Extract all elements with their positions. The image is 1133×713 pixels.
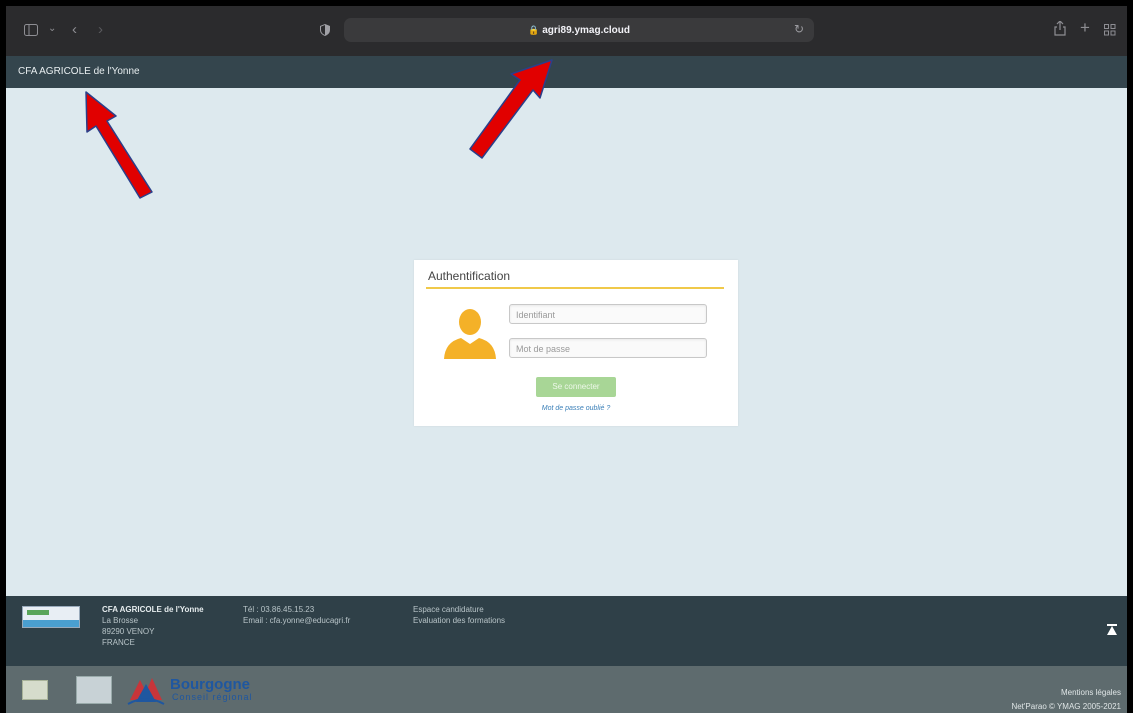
footer-contact: Tél : 03.86.45.15.23 Email : cfa.yonne@e…	[243, 604, 350, 626]
forgot-password-link[interactable]: Mot de passe oublié ?	[414, 404, 738, 414]
site-header: CFA AGRICOLE de l'Yonne	[6, 56, 1127, 88]
tab-overview-icon[interactable]	[1104, 24, 1116, 39]
login-button[interactable]: Se connecter	[536, 377, 616, 397]
site-title[interactable]: CFA AGRICOLE de l'Yonne	[18, 65, 140, 79]
link-candidature[interactable]: Espace candidature	[413, 604, 505, 615]
chevron-down-icon[interactable]: ⌄	[48, 22, 56, 36]
address-bar[interactable]: 🔒 agri89.ymag.cloud ↻	[344, 18, 814, 42]
username-field[interactable]	[509, 304, 707, 324]
cfa-logo-mark	[27, 610, 49, 615]
footer-address-line1: La Brosse	[102, 616, 139, 625]
bourgogne-logo: Bourgogne Conseil régional	[126, 674, 266, 706]
footer-address: CFA AGRICOLE de l'Yonne La Brosse 89290 …	[102, 604, 204, 648]
browser-toolbar: ⌄ ‹ › 🔒 agri89.ymag.cloud ↻ +	[6, 6, 1127, 56]
link-evaluation[interactable]: Evaluation des formations	[413, 615, 505, 626]
password-input[interactable]	[510, 340, 706, 358]
ministry-logo	[76, 676, 112, 704]
footer-address-line3: FRANCE	[102, 638, 135, 647]
share-icon[interactable]	[1054, 20, 1066, 39]
bourgogne-name: Bourgogne	[170, 676, 250, 693]
main-content: Authentification Se connecter Mot de pas…	[6, 88, 1127, 596]
annotation-arrow-left	[85, 91, 153, 199]
login-title: Authentification	[428, 269, 511, 283]
partner-bar: Bourgogne Conseil régional Mentions léga…	[6, 666, 1127, 713]
title-underline	[426, 287, 724, 289]
sidebar-icon[interactable]	[24, 24, 38, 39]
footer-org-name: CFA AGRICOLE de l'Yonne	[102, 605, 204, 614]
url-text: 🔒 agri89.ymag.cloud	[344, 22, 814, 39]
arrow-to-top-icon[interactable]	[1105, 624, 1119, 638]
footer-phone: Tél : 03.86.45.15.23	[243, 605, 315, 614]
reload-icon[interactable]: ↻	[794, 22, 804, 36]
login-card: Authentification Se connecter Mot de pas…	[414, 260, 738, 426]
shield-icon[interactable]	[320, 24, 330, 39]
footer-links: Espace candidature Evaluation des format…	[413, 604, 505, 626]
browser-window: ⌄ ‹ › 🔒 agri89.ymag.cloud ↻ + CFA AGRICOL…	[6, 6, 1127, 713]
cfa-partner-logo	[22, 680, 48, 700]
back-icon[interactable]: ‹	[72, 22, 77, 37]
user-avatar-icon	[444, 309, 496, 359]
new-tab-icon[interactable]: +	[1080, 19, 1090, 36]
password-field[interactable]	[509, 338, 707, 358]
cfa-logo	[22, 606, 80, 628]
lock-icon: 🔒	[527, 25, 540, 35]
cfa-logo-band	[23, 620, 79, 627]
legal-mentions-link[interactable]: Mentions légales	[1011, 686, 1121, 700]
bourgogne-subtitle: Conseil régional	[172, 692, 253, 702]
url-value: agri89.ymag.cloud	[542, 25, 631, 36]
legal-block: Mentions légales Net'Parao © YMAG 2005-2…	[1011, 686, 1121, 713]
annotation-arrow-right	[469, 59, 553, 159]
footer-email[interactable]: Email : cfa.yonne@educagri.fr	[243, 615, 350, 626]
forward-icon[interactable]: ›	[98, 22, 103, 37]
footer-address-line2: 89290 VENOY	[102, 627, 155, 636]
footer: CFA AGRICOLE de l'Yonne La Brosse 89290 …	[6, 596, 1127, 666]
username-input[interactable]	[510, 306, 706, 324]
copyright-text: Net'Parao © YMAG 2005-2021	[1011, 702, 1121, 711]
bourgogne-emblem-icon	[127, 678, 165, 705]
